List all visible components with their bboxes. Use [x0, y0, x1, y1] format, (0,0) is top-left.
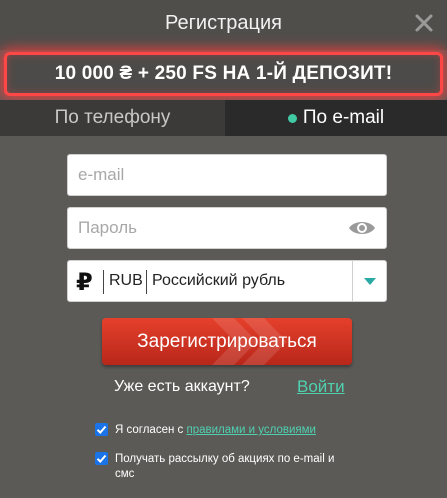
promo-text: 10 000 ₴ + 250 FS НА 1-Й ДЕПОЗИТ!: [54, 63, 393, 84]
newsletter-checkbox[interactable]: [95, 452, 108, 465]
email-input[interactable]: [67, 154, 387, 196]
currency-name: Российский рубль: [152, 272, 286, 289]
active-tab-indicator: [287, 113, 297, 123]
divider: [146, 270, 147, 294]
currency-select[interactable]: ₽ RUB Российский рубль: [67, 260, 387, 302]
eye-icon[interactable]: [347, 217, 377, 239]
agree-text: Я согласен с правилами и условиями: [115, 423, 355, 438]
checkbox-checked-icon: [96, 454, 107, 463]
divider: [103, 270, 104, 294]
terms-link[interactable]: правилами и условиями: [186, 424, 316, 436]
tab-phone-label: По телефону: [54, 107, 171, 128]
tab-email-label: По e-mail: [302, 107, 385, 128]
tab-phone[interactable]: По телефону: [0, 100, 225, 136]
have-account-text: Уже есть аккаунт?: [114, 378, 250, 395]
dropdown-divider: [352, 261, 353, 301]
agree-checkbox[interactable]: [95, 423, 108, 436]
agree-prefix: Я согласен с: [115, 424, 187, 436]
chevron-down-icon[interactable]: [364, 278, 376, 285]
checkbox-checked-icon: [96, 425, 107, 434]
register-button-label: Зарегистрироваться: [137, 330, 317, 352]
ruble-icon: ₽: [76, 269, 93, 296]
login-link[interactable]: Войти: [297, 377, 345, 397]
newsletter-text: Получать рассылку об акциях по e-mail и …: [115, 453, 335, 480]
promo-banner: 10 000 ₴ + 250 FS НА 1-Й ДЕПОЗИТ!: [4, 52, 443, 96]
tab-email[interactable]: По e-mail: [225, 100, 447, 136]
registration-modal: Регистрация 10 000 ₴ + 250 FS НА 1-Й ДЕП…: [0, 0, 447, 498]
registration-tabs: По телефону По e-mail: [0, 100, 447, 136]
register-button[interactable]: Зарегистрироваться: [102, 318, 352, 365]
modal-title: Регистрация: [165, 12, 282, 34]
close-icon[interactable]: [413, 12, 435, 34]
modal-header: Регистрация: [0, 0, 447, 50]
password-input[interactable]: [67, 207, 387, 249]
currency-code: RUB: [109, 272, 143, 289]
